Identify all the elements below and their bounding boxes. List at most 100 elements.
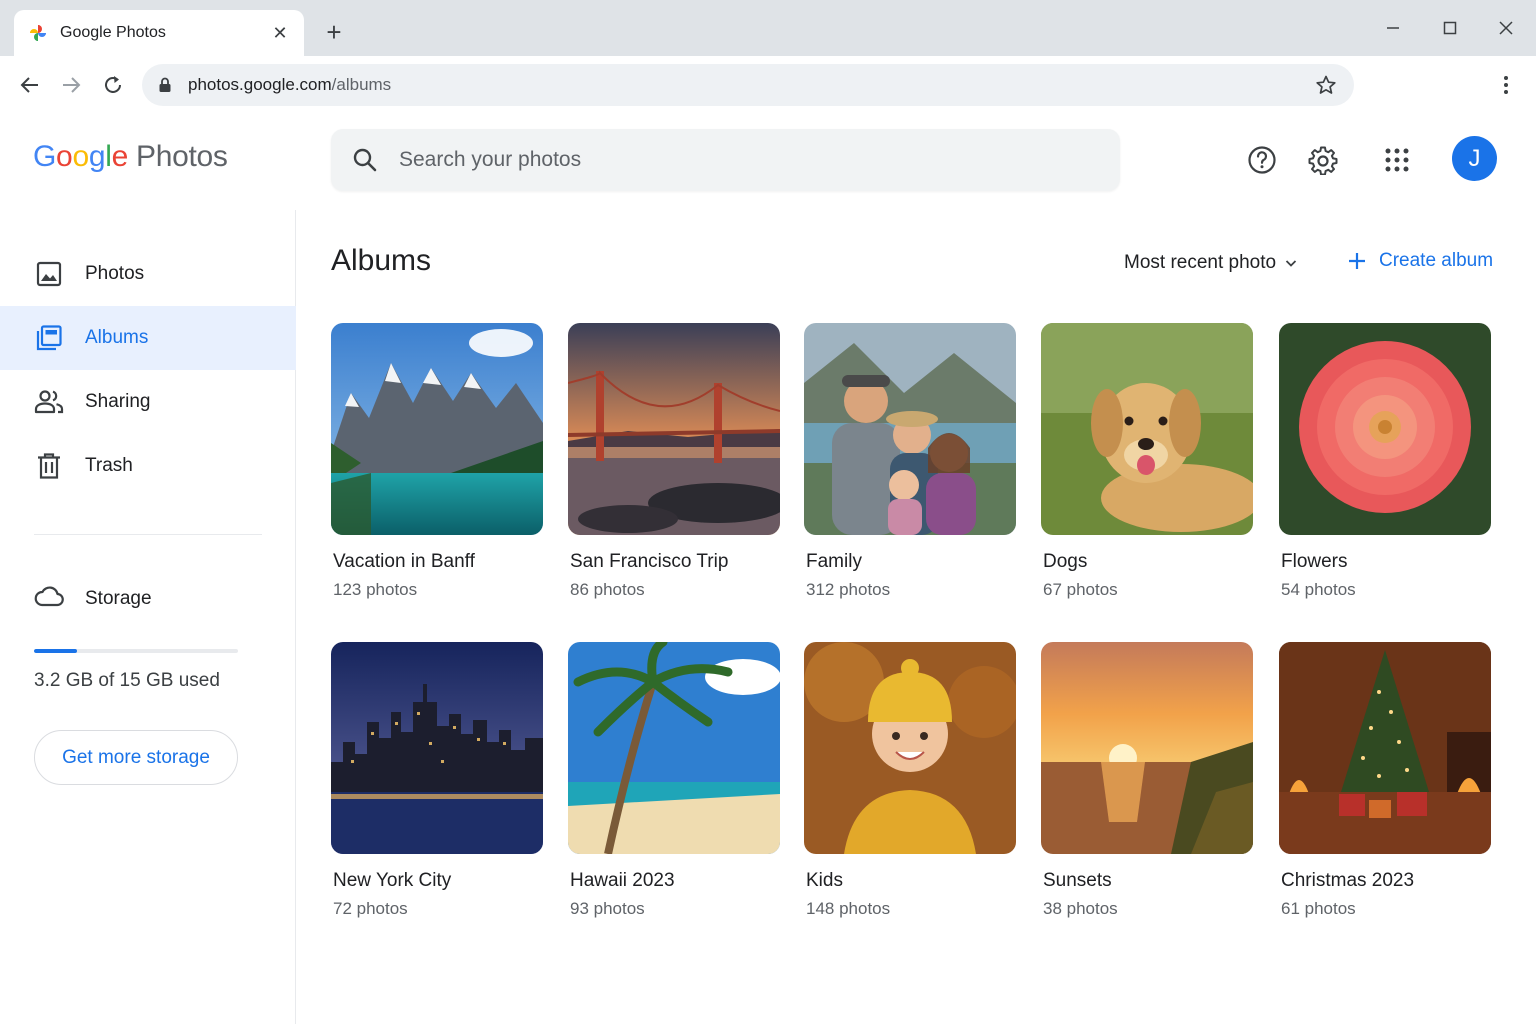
album-photo-count: 123 photos (333, 580, 418, 599)
sort-dropdown[interactable]: Most recent photo (1124, 252, 1298, 274)
url-text[interactable]: photos.google.com/albums (188, 75, 1314, 95)
search-input[interactable] (399, 148, 1100, 172)
album-title[interactable]: Sunsets (1043, 870, 1253, 892)
lock-icon (158, 77, 174, 93)
album-card-family[interactable]: Family 312 photos (804, 323, 1016, 600)
album-card-san-francisco-trip[interactable]: San Francisco Trip 86 photos (568, 323, 780, 600)
maximize-window-button[interactable] (1434, 12, 1466, 44)
sidebar-item-albums[interactable]: Albums (0, 306, 296, 370)
album-photo-count: 93 photos (570, 899, 645, 918)
url-path: /albums (331, 75, 392, 94)
create-album-button[interactable]: Create album (1346, 250, 1493, 272)
album-card-sunsets[interactable]: Sunsets 38 photos (1041, 642, 1253, 919)
reload-icon[interactable] (95, 67, 131, 103)
cloud-icon (34, 584, 64, 613)
album-photo-count: 312 photos (806, 580, 891, 599)
album-cover-palm-beach[interactable] (568, 642, 780, 854)
search-icon[interactable] (351, 146, 379, 174)
album-cover-city-skyline[interactable] (331, 642, 543, 854)
help-icon[interactable] (1242, 140, 1282, 180)
logo-letter: e (111, 140, 129, 173)
sidebar: Photos Albums Sharing Trash Storage 3.2 … (0, 210, 296, 1024)
album-card-flowers[interactable]: Flowers 54 photos (1279, 323, 1491, 600)
album-card-new-york-city[interactable]: New York City 72 photos (331, 642, 543, 919)
close-tab-icon[interactable]: ✕ (270, 23, 290, 44)
albums-icon (34, 323, 64, 353)
sidebar-item-photos[interactable]: Photos (0, 242, 296, 306)
logo-letter: o (56, 140, 73, 173)
google-photos-favicon-icon (28, 23, 48, 43)
album-photo-count: 38 photos (1043, 899, 1118, 918)
account-avatar[interactable]: J (1452, 136, 1497, 181)
chevron-down-icon (1284, 256, 1298, 270)
bookmark-star-icon[interactable] (1314, 73, 1338, 97)
album-photo-count: 148 photos (806, 899, 891, 918)
plus-icon (1346, 250, 1368, 272)
album-photo-count: 72 photos (333, 899, 408, 918)
settings-gear-icon[interactable] (1303, 140, 1343, 180)
image-icon (34, 259, 64, 289)
browser-tab-strip: Google Photos ✕ + (0, 0, 1536, 56)
album-cover-dahlia-flower[interactable] (1279, 323, 1491, 535)
page-title: Albums (331, 244, 432, 277)
album-title[interactable]: Vacation in Banff (333, 551, 543, 573)
album-title[interactable]: Hawaii 2023 (570, 870, 780, 892)
album-card-christmas-2023[interactable]: Christmas 2023 61 photos (1279, 642, 1491, 919)
sidebar-item-trash[interactable]: Trash (0, 434, 296, 498)
people-icon (34, 387, 64, 417)
minimize-window-button[interactable] (1377, 12, 1409, 44)
album-photo-count: 61 photos (1281, 899, 1356, 918)
album-photo-count: 54 photos (1281, 580, 1356, 599)
sidebar-divider (34, 534, 262, 535)
google-photos-logo[interactable]: Google Photos (33, 140, 228, 174)
album-cover-mountain-lake[interactable] (331, 323, 543, 535)
album-cover-child-portrait[interactable] (804, 642, 1016, 854)
create-album-label: Create album (1379, 250, 1494, 271)
storage-used-text: 3.2 GB of 15 GB used (34, 670, 220, 691)
album-title[interactable]: Dogs (1043, 551, 1253, 573)
sidebar-item-sharing[interactable]: Sharing (0, 370, 296, 434)
album-photo-count: 86 photos (570, 580, 645, 599)
apps-grid-icon[interactable] (1377, 140, 1417, 180)
logo-letter: o (72, 140, 89, 173)
album-card-dogs[interactable]: Dogs 67 photos (1041, 323, 1253, 600)
browser-toolbar: photos.google.com/albums (0, 56, 1536, 114)
sidebar-item-label: Photos (85, 263, 145, 284)
forward-arrow-icon[interactable] (53, 67, 89, 103)
album-title[interactable]: Christmas 2023 (1281, 870, 1491, 892)
album-title[interactable]: New York City (333, 870, 543, 892)
sort-label: Most recent photo (1124, 252, 1277, 273)
back-arrow-icon[interactable] (12, 67, 48, 103)
sidebar-item-label: Sharing (85, 391, 151, 412)
logo-letter: G (33, 140, 57, 173)
logo-product-name: Photos (135, 140, 228, 173)
album-cover-ocean-sunset[interactable] (1041, 642, 1253, 854)
browser-tab[interactable]: Google Photos ✕ (14, 10, 304, 56)
search-bar[interactable] (331, 129, 1120, 191)
album-card-kids[interactable]: Kids 148 photos (804, 642, 1016, 919)
browser-menu-icon[interactable] (1494, 73, 1518, 97)
tab-title: Google Photos (60, 24, 166, 41)
album-cover-golden-gate-bridge[interactable] (568, 323, 780, 535)
sidebar-item-storage[interactable]: Storage (34, 584, 152, 613)
logo-letter: g (88, 140, 106, 173)
storage-progress-fill (34, 649, 78, 653)
storage-progress-bar (34, 649, 238, 653)
close-window-button[interactable] (1490, 12, 1522, 44)
get-more-storage-button[interactable]: Get more storage (34, 730, 238, 785)
album-title[interactable]: Family (806, 551, 1016, 573)
album-cover-christmas-tree[interactable] (1279, 642, 1491, 854)
album-title[interactable]: Flowers (1281, 551, 1491, 573)
address-bar[interactable]: photos.google.com/albums (142, 64, 1354, 106)
album-photo-count: 67 photos (1043, 580, 1118, 599)
album-card-hawaii-2023[interactable]: Hawaii 2023 93 photos (568, 642, 780, 919)
album-cover-golden-retriever[interactable] (1041, 323, 1253, 535)
album-title[interactable]: Kids (806, 870, 1016, 892)
album-cover-family-portrait[interactable] (804, 323, 1016, 535)
new-tab-button[interactable]: + (318, 16, 350, 48)
sidebar-item-label: Albums (85, 327, 149, 348)
sidebar-item-label: Trash (85, 455, 133, 476)
album-title[interactable]: San Francisco Trip (570, 551, 780, 573)
trash-icon (34, 451, 64, 481)
album-card-vacation-in-banff[interactable]: Vacation in Banff 123 photos (331, 323, 543, 600)
